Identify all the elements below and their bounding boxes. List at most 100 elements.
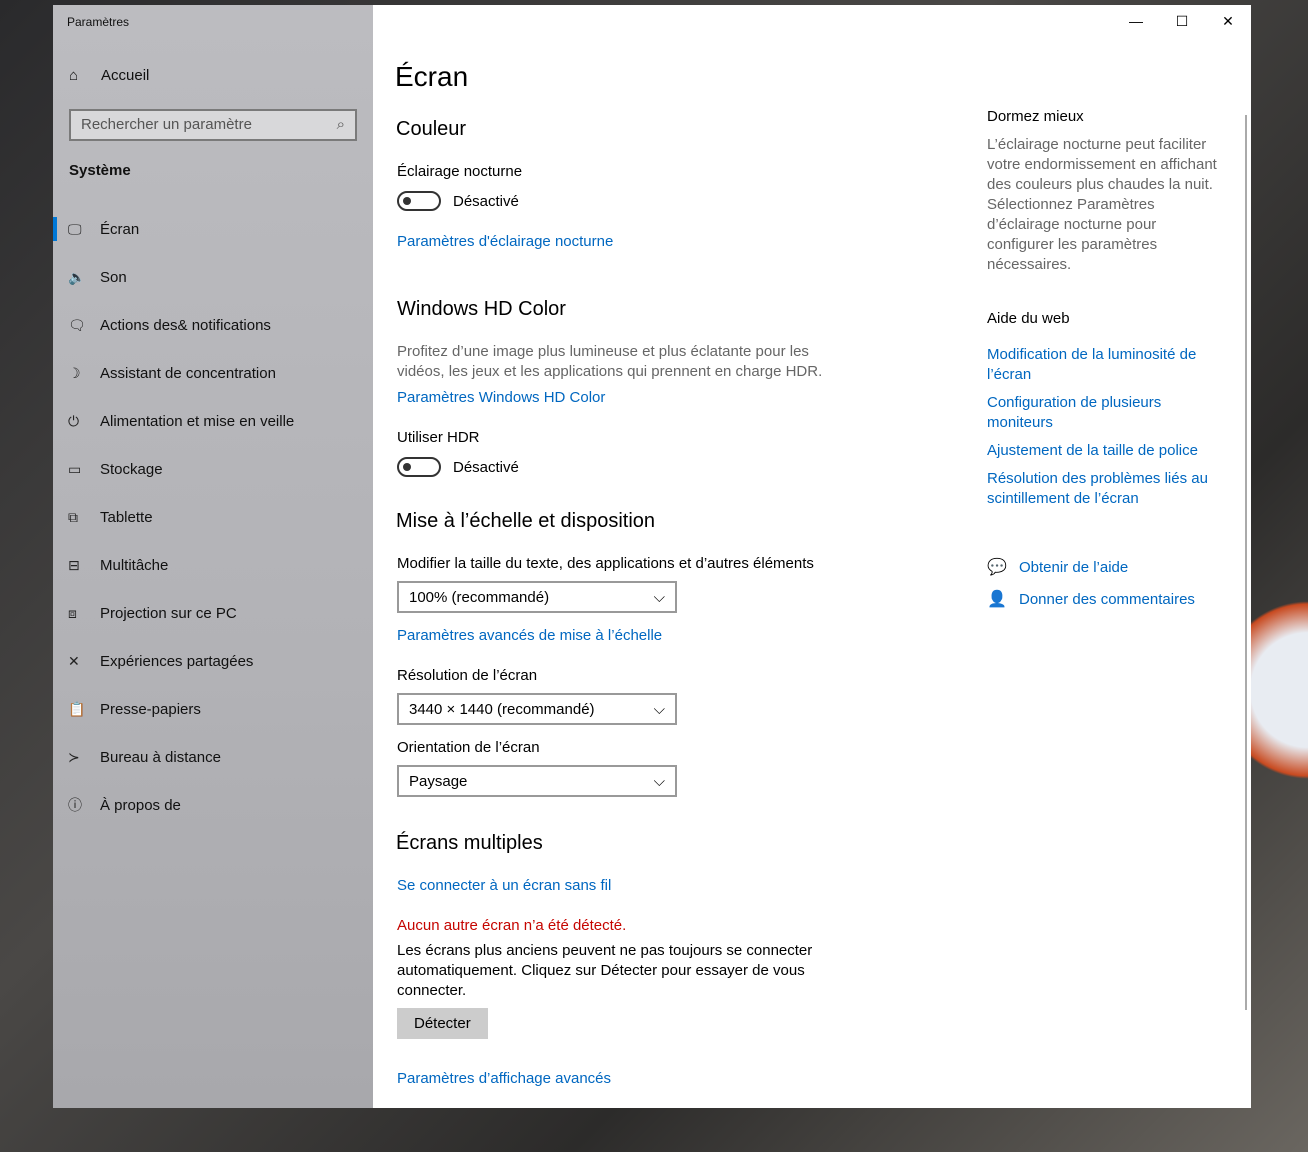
home-label: Accueil: [101, 67, 150, 84]
sidebar-item-9[interactable]: ✕ Expériences partagées: [53, 637, 373, 685]
sidebar-item-label: Expériences partagées: [100, 652, 254, 670]
chevron-down-icon: ⌵: [653, 588, 665, 606]
nav-icon: 🔈: [68, 268, 86, 285]
hd-color-description: Profitez d’une image plus lumineuse et p…: [397, 343, 823, 380]
hd-color-heading: Windows HD Color: [397, 298, 566, 320]
get-help-link[interactable]: 💬 Obtenir de l’aide: [987, 557, 1128, 577]
sidebar-item-label: Écran: [100, 220, 140, 238]
sidebar-item-label: Son: [100, 268, 127, 286]
nav-icon: ▭: [68, 460, 82, 477]
sleep-title: Dormez mieux: [987, 108, 1084, 125]
sidebar-nav: 🖵 Écran 🔈 Son 🗨 Actions des& notifications ☽ As…: [53, 205, 373, 829]
sidebar-item-0[interactable]: 🖵 Écran: [53, 205, 373, 253]
detect-button[interactable]: Détecter: [397, 1008, 488, 1039]
scale-dropdown[interactable]: 100% (recommandé) ⌵: [397, 581, 677, 613]
help-chat-icon: 💬: [987, 559, 1007, 576]
web-help-title: Aide du web: [987, 310, 1070, 327]
nav-icon: ≻: [68, 748, 80, 765]
sidebar-item-11[interactable]: ≻ Bureau à distance: [53, 733, 373, 781]
dropdown-value: Paysage: [409, 772, 468, 790]
wireless-display-link[interactable]: Se connecter à un écran sans fil: [397, 877, 611, 894]
feedback-link[interactable]: 👤 Donner des commentaires: [987, 589, 1195, 609]
night-light-toggle[interactable]: Désactivé: [397, 191, 519, 211]
hdr-toggle[interactable]: Désactivé: [397, 457, 519, 477]
home-icon: ⌂: [69, 67, 79, 84]
dropdown-value: 3440 × 1440 (recommandé): [409, 700, 595, 718]
minimize-button[interactable]: —: [1113, 5, 1159, 37]
nav-icon: ☽: [68, 364, 81, 381]
toggle-switch[interactable]: [397, 191, 441, 211]
nav-icon: 📋: [68, 700, 86, 717]
sidebar-item-5[interactable]: ▭ Stockage: [53, 445, 373, 493]
advanced-display-link[interactable]: Paramètres d’affichage avancés: [397, 1070, 611, 1087]
nav-icon: ⧉: [68, 508, 78, 525]
main-content: — ☐ ✕ Écran Couleur Éclairage nocturne Dés…: [373, 5, 1251, 1108]
feedback-label: Donner des commentaires: [1019, 590, 1195, 608]
orientation-label: Orientation de l’écran: [397, 739, 540, 756]
multiple-displays-heading: Écrans multiples: [396, 832, 543, 854]
nav-icon: ⊟: [68, 556, 80, 573]
sidebar-item-2[interactable]: 🗨 Actions des& notifications: [53, 301, 373, 349]
nav-icon: ✕: [68, 652, 80, 669]
detect-description: Les écrans plus anciens peuvent ne pas t…: [397, 942, 813, 999]
feedback-person-icon: 👤: [987, 591, 1007, 608]
chevron-down-icon: ⌵: [653, 772, 665, 790]
text-size-label: Modifier la taille du texte, des applica…: [397, 555, 814, 572]
search-input[interactable]: Rechercher un paramètre ⌕: [69, 109, 357, 141]
sidebar-item-label: Alimentation et mise en veille: [100, 412, 295, 430]
nav-icon: ⓘ: [68, 797, 82, 813]
sidebar-item-label: Stockage: [100, 460, 163, 478]
sidebar-item-label: Actions des& notifications: [100, 316, 271, 334]
section-heading: Système: [69, 162, 131, 179]
sidebar-item-8[interactable]: ⧈ Projection sur ce PC: [53, 589, 373, 637]
no-display-error: Aucun autre écran n’a été détecté.: [397, 917, 627, 934]
sidebar-item-1[interactable]: 🔈 Son: [53, 253, 373, 301]
hd-color-settings-link[interactable]: Paramètres Windows HD Color: [397, 389, 605, 406]
toggle-state: Désactivé: [453, 458, 519, 476]
toggle-state: Désactivé: [453, 192, 519, 210]
maximize-button[interactable]: ☐: [1159, 5, 1205, 37]
window-title: Paramètres: [67, 15, 130, 29]
sidebar-item-3[interactable]: ☽ Assistant de concentration: [53, 349, 373, 397]
orientation-dropdown[interactable]: Paysage ⌵: [397, 765, 677, 797]
nav-icon: ⧈: [68, 604, 77, 621]
sidebar-item-10[interactable]: 📋 Presse-papiers: [53, 685, 373, 733]
settings-window: Paramètres ⌂ Accueil Rechercher un paramè…: [53, 5, 1251, 1108]
dropdown-value: 100% (recommandé): [409, 588, 550, 606]
sleep-description: L’éclairage nocturne peut faciliter votr…: [987, 136, 1217, 273]
desktop-wallpaper: [1248, 560, 1308, 820]
help-link-flicker[interactable]: Résolution des problèmes liés au scintil…: [987, 469, 1217, 509]
night-light-settings-link[interactable]: Paramètres d'éclairage nocturne: [397, 233, 613, 250]
get-help-label: Obtenir de l’aide: [1019, 558, 1129, 576]
page-title: Écran: [395, 61, 469, 92]
sidebar-item-label: Projection sur ce PC: [100, 604, 237, 622]
search-icon: ⌕: [336, 116, 345, 133]
sidebar: Paramètres ⌂ Accueil Rechercher un paramè…: [53, 5, 373, 1108]
scrollbar[interactable]: [1245, 115, 1247, 1010]
night-light-label: Éclairage nocturne: [397, 163, 523, 180]
help-link-font-size[interactable]: Ajustement de la taille de police: [987, 441, 1198, 461]
hdr-label: Utiliser HDR: [397, 429, 480, 446]
sidebar-item-7[interactable]: ⊟ Multitâche: [53, 541, 373, 589]
sidebar-item-6[interactable]: ⧉ Tablette: [53, 493, 373, 541]
resolution-label: Résolution de l’écran: [397, 667, 538, 684]
resolution-dropdown[interactable]: 3440 × 1440 (recommandé) ⌵: [397, 693, 677, 725]
sidebar-item-label: Tablette: [100, 508, 153, 526]
chevron-down-icon: ⌵: [653, 700, 665, 718]
help-link-monitors[interactable]: Configuration de plusieurs moniteurs: [987, 393, 1187, 433]
sidebar-item-12[interactable]: ⓘ À propos de: [53, 781, 373, 829]
close-button[interactable]: ✕: [1205, 5, 1251, 37]
sidebar-item-4[interactable]: ⏻ Alimentation et mise en veille: [53, 397, 373, 445]
help-link-brightness[interactable]: Modification de la luminosité de l’écran: [987, 345, 1217, 385]
home-link[interactable]: ⌂ Accueil: [69, 67, 149, 84]
sidebar-item-label: Assistant de concentration: [100, 364, 276, 382]
search-placeholder: Rechercher un paramètre: [81, 116, 252, 133]
nav-icon: ⏻: [68, 412, 80, 429]
sidebar-item-label: Presse-papiers: [100, 700, 201, 718]
nav-icon: 🖵: [68, 220, 82, 237]
toggle-switch[interactable]: [397, 457, 441, 477]
sidebar-item-label: À propos de: [100, 796, 181, 814]
advanced-scaling-link[interactable]: Paramètres avancés de mise à l’échelle: [397, 627, 662, 644]
nav-icon: 🗨: [68, 316, 86, 333]
scale-heading: Mise à l’échelle et disposition: [396, 510, 656, 532]
